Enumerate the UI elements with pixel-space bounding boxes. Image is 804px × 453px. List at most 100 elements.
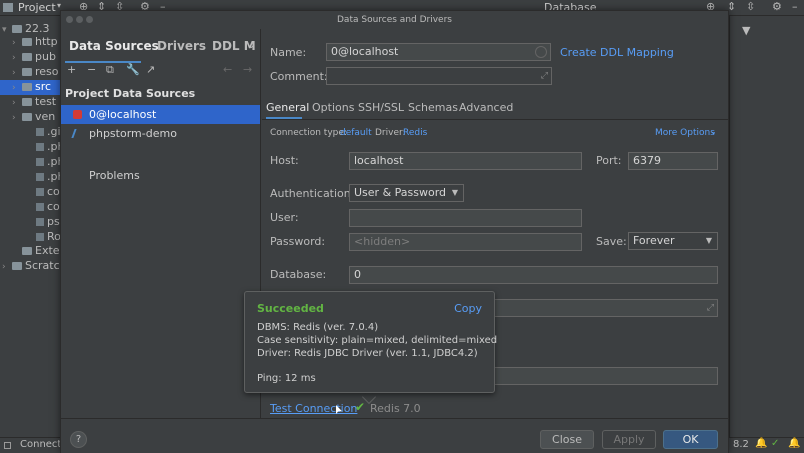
data-source-label: 0@localhost [89, 108, 157, 121]
gear-icon[interactable]: ⚙ [772, 0, 782, 13]
tree-item[interactable]: › test [0, 95, 60, 110]
file-icon [36, 143, 44, 151]
status-right-text: 8.2 [733, 439, 749, 450]
expand-field-icon[interactable]: ⤢ [541, 68, 548, 84]
wrench-icon[interactable]: 🔧 [126, 63, 140, 76]
tab-general[interactable]: General [266, 101, 309, 114]
tab-schemas[interactable]: Schemas [408, 101, 458, 114]
chevron-down-icon[interactable]: ⌄ [710, 127, 717, 136]
tree-item[interactable]: › src [0, 80, 60, 95]
tree-item[interactable]: › reso [0, 65, 60, 80]
tree-item[interactable]: com [0, 185, 60, 200]
apply-button[interactable]: Apply [602, 430, 656, 449]
minimize-window-icon[interactable] [76, 16, 83, 23]
help-icon[interactable]: ? [70, 431, 87, 448]
zoom-window-icon[interactable] [86, 16, 93, 23]
port-field[interactable]: 6379 [628, 152, 718, 170]
chevron-right-icon[interactable]: › [12, 38, 22, 48]
remove-icon[interactable]: − [87, 63, 96, 76]
authentication-select[interactable]: User & Password ▼ [349, 184, 464, 202]
open-external-icon[interactable]: ↗ [146, 63, 155, 76]
tree-item[interactable]: Rob [0, 230, 60, 245]
database-field[interactable]: 0 [349, 266, 718, 284]
data-source-item[interactable]: 0@localhost [61, 105, 260, 124]
tree-item[interactable]: .php [0, 170, 60, 185]
back-arrow-icon[interactable]: ← [223, 63, 232, 76]
test-result-text: Redis 7.0 [370, 402, 421, 415]
save-select[interactable]: Forever ▼ [628, 232, 718, 250]
authentication-label: Authentication: [270, 187, 355, 200]
tab-ssh-ssl[interactable]: SSH/SSL [358, 101, 404, 114]
copy-link[interactable]: Copy [454, 302, 482, 315]
problems-item[interactable]: Problems [89, 169, 140, 182]
test-connection-link[interactable]: Test Connection [270, 402, 357, 415]
expand-field-icon[interactable]: ⤢ [707, 300, 714, 316]
filter-icon[interactable]: ▼ [742, 24, 750, 37]
driver-link[interactable]: Redis [403, 128, 427, 138]
test-connection-popup: Succeeded Copy DBMS: Redis (ver. 7.0.4) … [244, 291, 497, 393]
user-field[interactable] [349, 209, 582, 227]
inspection-icon[interactable]: ✓ [771, 438, 779, 449]
host-label: Host: [270, 154, 299, 167]
connection-type-link[interactable]: default [340, 128, 372, 138]
chevron-right-icon[interactable]: › [12, 53, 22, 63]
password-field[interactable]: <hidden> [349, 233, 582, 251]
bell-icon[interactable]: 🔔 [788, 438, 800, 449]
host-field[interactable]: localhost [349, 152, 582, 170]
tab-drivers[interactable]: Drivers [157, 39, 206, 53]
tab-data-sources[interactable]: Data Sources [69, 39, 159, 53]
tree-item-label: .giti [47, 125, 60, 138]
tree-item[interactable]: .php [0, 140, 60, 155]
chevron-down-icon: ▼ [705, 236, 712, 245]
tree-item[interactable]: .php [0, 155, 60, 170]
status-icon [4, 442, 11, 449]
project-data-sources-header: Project Data Sources [65, 87, 196, 100]
comment-field[interactable]: ⤢ [326, 67, 552, 85]
file-icon [36, 203, 44, 211]
tree-item[interactable]: .giti [0, 125, 60, 140]
connection-type-label: Connection type: [270, 128, 347, 138]
forward-arrow-icon[interactable]: → [243, 63, 252, 76]
color-circle-icon[interactable] [535, 46, 547, 58]
tree-item-label: psa [47, 215, 60, 228]
tab-advanced[interactable]: Advanced [459, 101, 513, 114]
chevron-down-icon: ▼ [451, 188, 458, 197]
collapse-icon[interactable]: ⇳ [746, 0, 755, 13]
ok-button[interactable]: OK [663, 430, 718, 449]
chevron-right-icon[interactable]: › [12, 83, 22, 93]
close-button[interactable]: Close [540, 430, 594, 449]
chevron-right-icon[interactable]: › [2, 262, 12, 272]
tree-item-label: test [35, 95, 57, 108]
tab-options[interactable]: Options [312, 101, 354, 114]
tree-item[interactable]: › http [0, 35, 60, 50]
tree-item[interactable]: Extern [0, 244, 60, 259]
minimize-icon[interactable]: – [792, 0, 798, 13]
chevron-down-icon[interactable]: ▾ [2, 25, 12, 35]
chevron-right-icon[interactable]: › [12, 113, 22, 123]
project-dropdown[interactable]: Project [18, 1, 56, 14]
tree-item[interactable]: › Scratc [0, 259, 60, 274]
tree-item[interactable]: psa [0, 215, 60, 230]
chevron-right-icon[interactable]: › [12, 68, 22, 78]
file-icon [36, 158, 44, 166]
tree-item[interactable]: com [0, 200, 60, 215]
chevron-down-icon[interactable]: ▾ [57, 1, 61, 10]
port-label: Port: [596, 154, 622, 167]
add-icon[interactable]: + [67, 63, 76, 76]
duplicate-icon[interactable]: ⧉ [106, 63, 114, 77]
chevron-right-icon[interactable]: › [12, 98, 22, 108]
tabs-divider [262, 119, 728, 120]
name-field[interactable]: 0@localhost [326, 43, 551, 61]
tree-item[interactable]: › pub [0, 50, 60, 65]
chevron-down-icon[interactable]: ⌄ [247, 40, 255, 51]
bell-icon[interactable]: 🔔 [755, 438, 767, 449]
name-label: Name: [270, 46, 307, 59]
tree-item[interactable]: › ven [0, 110, 60, 125]
data-source-label: phpstorm-demo [89, 127, 177, 140]
create-ddl-mapping-link[interactable]: Create DDL Mapping [560, 46, 674, 59]
tree-item-label: .php [47, 155, 60, 168]
data-source-item[interactable]: phpstorm-demo [61, 124, 260, 143]
dialog-title: Data Sources and Drivers [337, 15, 452, 25]
close-window-icon[interactable] [66, 16, 73, 23]
more-options-link[interactable]: More Options [655, 128, 715, 138]
